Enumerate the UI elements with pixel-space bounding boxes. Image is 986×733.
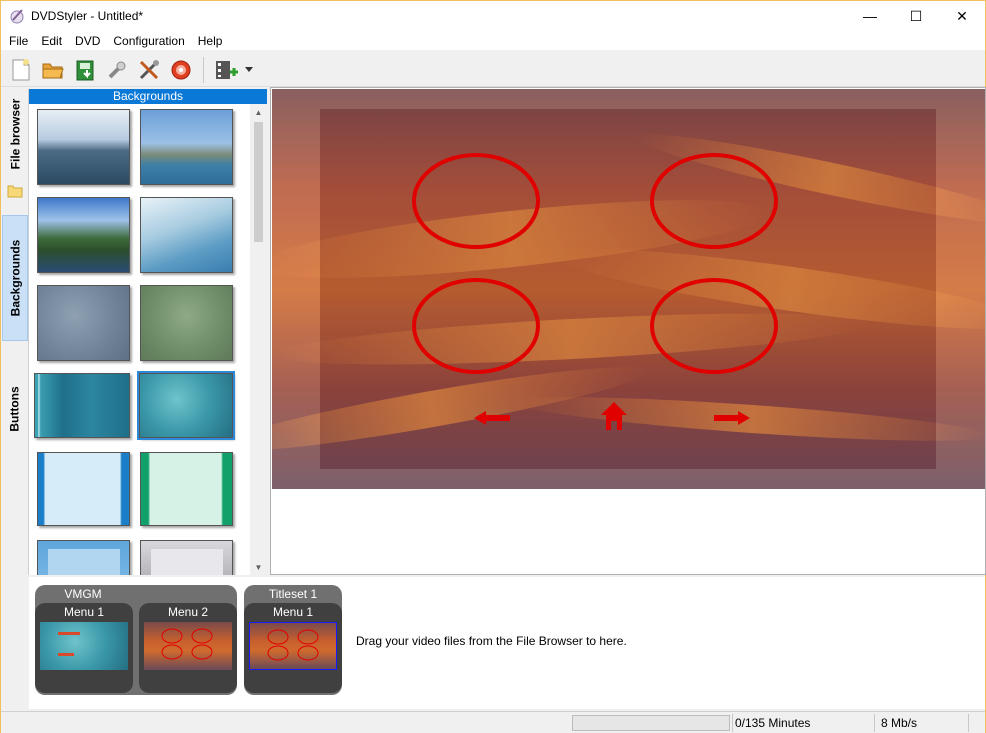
menu-editor-canvas[interactable] xyxy=(270,87,986,575)
folder-icon[interactable] xyxy=(2,181,28,201)
menu-card-thumbnail xyxy=(40,622,128,670)
toolbar xyxy=(1,53,985,87)
side-tabs: File browser Backgrounds Buttons xyxy=(1,89,29,575)
titleset-manager: VMGM Menu 1 Menu 2 Titleset 1 Menu 1 Dra… xyxy=(29,577,985,709)
vmgm-menu-1[interactable]: Menu 1 xyxy=(35,603,133,693)
menu-dvd[interactable]: DVD xyxy=(70,31,105,51)
vmgm-menu-2[interactable]: Menu 2 xyxy=(139,603,237,693)
tab-file-browser[interactable]: File browser xyxy=(2,93,28,175)
menu-button-3[interactable] xyxy=(410,276,542,376)
open-project-button[interactable] xyxy=(37,55,69,85)
duration-status: 0/135 Minutes xyxy=(735,716,811,730)
background-thumbnail[interactable] xyxy=(37,285,130,361)
backgrounds-grid xyxy=(29,104,249,575)
menu-button-4[interactable] xyxy=(648,276,780,376)
menu-card-thumbnail xyxy=(144,622,232,670)
tab-buttons-label: Buttons xyxy=(8,386,23,432)
close-button[interactable]: ✕ xyxy=(939,1,985,31)
add-video-button[interactable] xyxy=(210,55,242,85)
scroll-thumb[interactable] xyxy=(254,122,263,242)
title-bar: DVDStyler - Untitled* — ☐ ✕ xyxy=(1,1,985,31)
scroll-up-icon[interactable]: ▲ xyxy=(250,104,267,120)
chevron-down-icon xyxy=(245,66,253,72)
panel-scrollbar[interactable]: ▲ ▼ xyxy=(250,104,267,575)
background-thumbnail[interactable] xyxy=(140,197,233,273)
new-icon xyxy=(12,58,30,80)
background-thumbnail[interactable] xyxy=(137,371,235,440)
tab-backgrounds[interactable]: Backgrounds xyxy=(2,215,28,341)
save-icon xyxy=(76,60,94,80)
vmgm-group: VMGM Menu 1 Menu 2 xyxy=(35,585,237,695)
titleset-label: Titleset 1 xyxy=(268,587,318,601)
window-title: DVDStyler - Untitled* xyxy=(31,9,144,23)
bitrate-status: 8 Mb/s xyxy=(881,716,918,730)
background-thumbnail[interactable] xyxy=(140,540,233,575)
background-thumbnail[interactable] xyxy=(37,452,130,526)
next-arrow-icon[interactable] xyxy=(712,410,752,426)
background-thumbnail[interactable] xyxy=(140,285,233,361)
add-video-dropdown[interactable] xyxy=(242,55,256,85)
disc-usage-progress xyxy=(572,715,730,731)
app-window: DVDStyler - Untitled* — ☐ ✕ File Edit DV… xyxy=(0,0,986,733)
background-thumbnail[interactable] xyxy=(34,373,130,438)
menu-configuration[interactable]: Configuration xyxy=(108,31,189,51)
drag-hint: Drag your video files from the File Brow… xyxy=(356,634,627,648)
menu-card-label: Menu 1 xyxy=(63,605,105,619)
maximize-button[interactable]: ☐ xyxy=(893,1,939,31)
status-separator xyxy=(968,714,969,732)
background-thumbnail[interactable] xyxy=(140,109,233,185)
settings-button[interactable] xyxy=(101,55,133,85)
menu-background xyxy=(272,89,985,489)
titleset-group: Titleset 1 Menu 1 xyxy=(244,585,342,695)
burn-dvd-button[interactable] xyxy=(165,55,197,85)
home-icon[interactable] xyxy=(600,401,628,431)
new-project-button[interactable] xyxy=(5,55,37,85)
status-separator xyxy=(874,714,875,732)
menu-card-label: Menu 2 xyxy=(167,605,209,619)
open-icon xyxy=(42,63,64,78)
backgrounds-panel: Backgrounds ▲ ▼ xyxy=(29,89,267,575)
background-thumbnail[interactable] xyxy=(37,540,130,575)
status-separator xyxy=(732,714,733,732)
background-thumbnail[interactable] xyxy=(37,197,130,273)
vmgm-label: VMGM xyxy=(64,587,102,601)
tab-buttons[interactable]: Buttons xyxy=(2,357,28,461)
save-project-button[interactable] xyxy=(69,55,101,85)
dvdstyler-app-icon xyxy=(9,8,25,24)
menu-button-2[interactable] xyxy=(648,151,780,251)
previous-arrow-icon[interactable] xyxy=(472,410,512,426)
add-video-icon xyxy=(216,60,238,79)
tab-file-browser-label: File browser xyxy=(8,98,22,170)
background-thumbnail[interactable] xyxy=(140,452,233,526)
menu-help[interactable]: Help xyxy=(193,31,228,51)
titleset-menu-1[interactable]: Menu 1 xyxy=(244,603,342,693)
tools-button[interactable] xyxy=(133,55,165,85)
scroll-down-icon[interactable]: ▼ xyxy=(250,559,267,575)
menu-edit[interactable]: Edit xyxy=(36,31,67,51)
settings-icon xyxy=(108,61,126,78)
burn-icon xyxy=(171,60,191,79)
menu-bar: File Edit DVD Configuration Help xyxy=(1,31,985,51)
menu-file[interactable]: File xyxy=(4,31,33,51)
tools-icon xyxy=(139,59,159,79)
background-thumbnail[interactable] xyxy=(37,109,130,185)
menu-card-thumbnail xyxy=(249,622,337,670)
tab-backgrounds-label: Backgrounds xyxy=(8,239,22,317)
menu-button-1[interactable] xyxy=(410,151,542,251)
panel-header: Backgrounds xyxy=(29,89,267,104)
menu-card-label: Menu 1 xyxy=(272,605,314,619)
status-bar: 0/135 Minutes 8 Mb/s xyxy=(1,711,985,733)
minimize-button[interactable]: — xyxy=(847,1,893,31)
toolbar-separator xyxy=(203,56,204,83)
